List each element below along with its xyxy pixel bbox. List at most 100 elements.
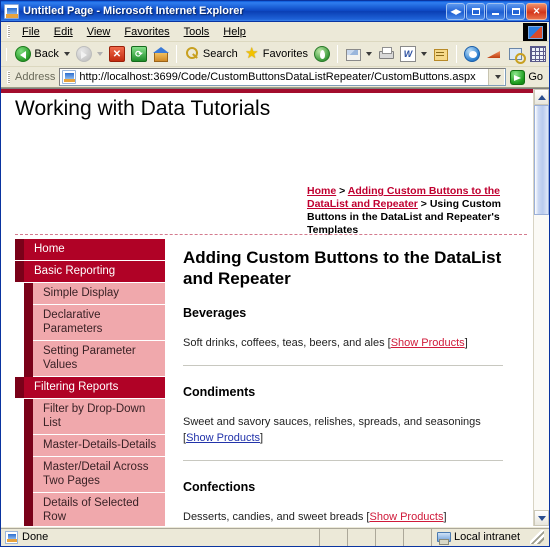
status-document-icon bbox=[5, 530, 18, 544]
show-products-link-confections[interactable]: Show Products bbox=[370, 511, 444, 523]
research-icon bbox=[508, 46, 526, 64]
grid-button[interactable] bbox=[527, 44, 549, 64]
realplayer-button[interactable] bbox=[483, 44, 505, 64]
edit-page-button[interactable] bbox=[430, 44, 452, 64]
stop-button[interactable]: ✕ bbox=[106, 44, 128, 64]
breadcrumb: Home > Adding Custom Buttons to the Data… bbox=[307, 185, 515, 237]
forward-dropdown-icon[interactable] bbox=[96, 52, 103, 56]
resize-grip[interactable] bbox=[530, 530, 544, 544]
back-label: Back bbox=[34, 48, 59, 60]
section-divider-2 bbox=[183, 460, 503, 461]
section-title-confections: Confections bbox=[183, 480, 256, 494]
web-page: Working with Data Tutorials Home > Addin… bbox=[1, 89, 533, 526]
status-text-pane: Done bbox=[1, 527, 319, 546]
standard-toolbar: Back ✕ ⟳ Search ★ Favorites W bbox=[1, 42, 549, 67]
windows-logo-icon bbox=[523, 23, 547, 41]
menu-file[interactable]: File bbox=[15, 24, 47, 40]
go-icon bbox=[510, 69, 526, 85]
refresh-button[interactable]: ⟳ bbox=[128, 44, 150, 64]
mail-button[interactable] bbox=[342, 44, 375, 64]
edit-word-button[interactable]: W bbox=[397, 44, 430, 64]
address-input[interactable]: http://localhost:3699/Code/CustomButtons… bbox=[59, 68, 507, 86]
scrollbar-thumb[interactable] bbox=[534, 105, 549, 215]
mail-dropdown-icon[interactable] bbox=[366, 52, 372, 56]
maximize-button[interactable] bbox=[506, 2, 525, 20]
back-button[interactable]: Back bbox=[12, 44, 72, 64]
sidebar-item-basic-reporting[interactable]: Basic Reporting bbox=[15, 261, 165, 283]
search-label: Search bbox=[202, 48, 238, 60]
menu-edit[interactable]: Edit bbox=[47, 24, 80, 40]
search-button[interactable]: Search bbox=[181, 44, 241, 64]
close-button[interactable]: ✕ bbox=[526, 2, 547, 20]
menu-help[interactable]: Help bbox=[216, 24, 253, 40]
favorites-button[interactable]: ★ Favorites bbox=[241, 44, 311, 64]
menu-bar: File Edit View Favorites Tools Help bbox=[1, 22, 549, 42]
go-label: Go bbox=[528, 71, 543, 83]
scroll-down-button[interactable] bbox=[534, 510, 549, 526]
favorites-label: Favorites bbox=[262, 48, 308, 60]
favorites-star-icon: ★ bbox=[245, 45, 259, 62]
sidebar-item-filtering-reports[interactable]: Filtering Reports bbox=[15, 377, 165, 399]
sidebar-item-setting-parameter-values[interactable]: Setting Parameter Values bbox=[33, 341, 165, 377]
toolbar-separator-2 bbox=[337, 45, 338, 63]
minimize-button[interactable] bbox=[486, 2, 505, 20]
sidebar-item-filter-by-drop-down-list[interactable]: Filter by Drop-Down List bbox=[33, 399, 165, 435]
menu-bar-grip[interactable] bbox=[7, 25, 10, 38]
scrollbar-track[interactable] bbox=[534, 105, 549, 510]
section-description-condiments: Sweet and savory sauces, relishes, sprea… bbox=[183, 416, 481, 444]
scroll-up-button[interactable] bbox=[534, 89, 549, 105]
breadcrumb-home-link[interactable]: Home bbox=[307, 185, 336, 197]
messenger-button[interactable] bbox=[461, 44, 483, 64]
show-products-link-beverages[interactable]: Show Products bbox=[391, 337, 465, 349]
status-pane-3 bbox=[375, 527, 403, 546]
ie-document-icon bbox=[4, 3, 19, 19]
edit-word-icon: W bbox=[400, 46, 416, 62]
sidebar-item-declarative-parameters[interactable]: Declarative Parameters bbox=[33, 305, 165, 341]
internet-explorer-window: Untitled Page - Microsoft Internet Explo… bbox=[0, 0, 550, 547]
section-title-condiments: Condiments bbox=[183, 385, 256, 399]
address-url-text: http://localhost:3699/Code/CustomButtons… bbox=[79, 71, 476, 83]
sidebar-item-master-details-details[interactable]: Master-Details-Details bbox=[33, 435, 165, 457]
page-title: Working with Data Tutorials bbox=[15, 97, 271, 120]
address-bar: Address http://localhost:3699/Code/Custo… bbox=[1, 67, 549, 88]
breadcrumb-sep-2: > bbox=[417, 198, 430, 210]
section-title-beverages: Beverages bbox=[183, 306, 247, 320]
chevron-down-icon bbox=[537, 515, 546, 521]
forward-button[interactable] bbox=[73, 44, 106, 64]
sidebar-item-details-of-selected-row[interactable]: Details of Selected Row bbox=[33, 493, 165, 526]
back-dropdown-icon[interactable] bbox=[63, 52, 70, 56]
address-dropdown-button[interactable] bbox=[488, 69, 505, 85]
status-pane-1 bbox=[319, 527, 347, 546]
menu-view[interactable]: View bbox=[80, 24, 118, 40]
media-button[interactable] bbox=[311, 44, 333, 64]
main-content: Adding Custom Buttons to the DataList an… bbox=[165, 239, 533, 526]
home-button[interactable] bbox=[150, 44, 172, 64]
restore-down-button[interactable] bbox=[466, 2, 485, 20]
edit-dropdown-icon[interactable] bbox=[421, 52, 427, 56]
toolbar-separator-3 bbox=[456, 45, 457, 63]
section-divider-1 bbox=[183, 365, 503, 366]
show-products-link-condiments[interactable]: Show Products bbox=[186, 432, 260, 444]
menu-favorites[interactable]: Favorites bbox=[117, 24, 176, 40]
security-zone-pane[interactable]: Local intranet bbox=[431, 527, 549, 546]
toolbar-grip[interactable] bbox=[6, 47, 8, 61]
split-icon: ◀▶ bbox=[450, 6, 461, 16]
mail-icon bbox=[345, 46, 361, 62]
sidebar-item-master-detail-across-two-pages[interactable]: Master/Detail Across Two Pages bbox=[33, 457, 165, 493]
research-button[interactable] bbox=[505, 44, 527, 64]
sidebar-nav: Home Basic Reporting Simple Display Decl… bbox=[15, 239, 165, 526]
sidebar-item-simple-display[interactable]: Simple Display bbox=[33, 283, 165, 305]
print-button[interactable] bbox=[375, 44, 397, 64]
restore-icon bbox=[471, 7, 480, 15]
split-button[interactable]: ◀▶ bbox=[446, 2, 465, 20]
page-scrollbar[interactable] bbox=[533, 89, 549, 526]
address-bar-grip[interactable] bbox=[7, 70, 10, 84]
forward-icon bbox=[75, 46, 92, 62]
menu-edit-label: Edit bbox=[53, 25, 73, 38]
sidebar-item-home[interactable]: Home bbox=[15, 239, 165, 261]
messenger-icon bbox=[464, 46, 480, 62]
go-button[interactable]: Go bbox=[506, 69, 549, 85]
toolbar-separator-1 bbox=[175, 45, 177, 63]
media-icon bbox=[314, 46, 330, 62]
menu-tools[interactable]: Tools bbox=[177, 24, 217, 40]
